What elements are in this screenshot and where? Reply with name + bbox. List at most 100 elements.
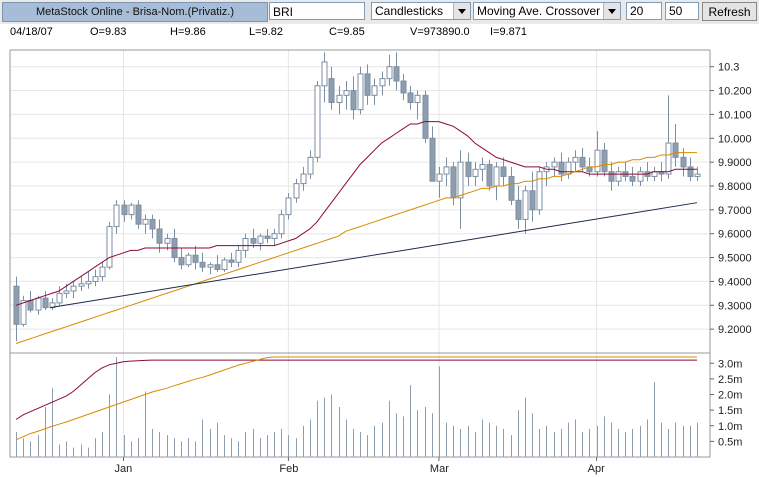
candle-down-body xyxy=(429,137,436,182)
price-tick-label: 10.100 xyxy=(718,109,752,121)
candle-up-body xyxy=(379,78,386,87)
time-tick-label: Feb xyxy=(279,463,298,475)
candle-up-body xyxy=(493,166,500,187)
candle xyxy=(221,257,228,272)
price-volume-chart[interactable]: 9.2000 9.3000 9.4000 9.5000 9.6000 9.7000 9.80… xyxy=(0,40,759,477)
candle xyxy=(135,200,142,229)
candle-down-body xyxy=(601,149,608,173)
candle-up-body xyxy=(307,156,314,175)
chevron-down-icon[interactable] xyxy=(603,3,620,19)
candle-up-body xyxy=(694,173,701,177)
candle-up-body xyxy=(207,264,214,268)
refresh-button[interactable]: Refresh xyxy=(702,2,757,21)
info-open: O=9.83 xyxy=(90,26,127,38)
candle-up-body xyxy=(285,197,292,216)
price-tick-label: 10.200 xyxy=(718,86,752,98)
candle-up-body xyxy=(371,85,378,96)
candle-down-body xyxy=(672,142,679,158)
info-indicator: I=9.871 xyxy=(490,26,528,38)
candle-up-body xyxy=(594,149,601,173)
info-volume: V=973890.0 xyxy=(410,26,470,38)
candle-up-body xyxy=(472,168,479,177)
price-tick-label: 9.9000 xyxy=(718,157,752,169)
study-select[interactable]: Moving Ave. Crossover xyxy=(473,2,621,20)
candle-up-body xyxy=(70,285,77,292)
symbol-input[interactable]: BRI xyxy=(269,2,365,20)
candle-up-body xyxy=(113,204,120,228)
candle-down-body xyxy=(465,161,472,177)
candle-up-body xyxy=(665,142,672,175)
candle-up-body xyxy=(164,237,171,244)
candle-down-body xyxy=(135,204,142,225)
candle xyxy=(422,90,429,144)
candle-up-body xyxy=(63,290,70,294)
candle xyxy=(536,166,543,215)
candle-up-body xyxy=(142,218,149,225)
candle-up-body xyxy=(56,292,63,304)
chart-type-select[interactable]: Candlesticks xyxy=(371,2,471,20)
price-tick-label: 9.3000 xyxy=(718,300,752,312)
info-low: L=9.82 xyxy=(249,26,283,38)
candle xyxy=(314,81,321,163)
candle-down-body xyxy=(228,259,235,263)
candle-up-body xyxy=(386,66,393,80)
info-close: C=9.85 xyxy=(329,26,365,38)
candle-up-body xyxy=(293,183,300,199)
candle-down-body xyxy=(199,261,206,268)
candle-down-body xyxy=(328,78,335,103)
info-high: H=9.86 xyxy=(170,26,206,38)
candle-down-body xyxy=(515,199,522,220)
candle-up-body xyxy=(85,280,92,285)
candle-down-body xyxy=(529,190,536,211)
candle-up-body xyxy=(336,94,343,103)
candle-down-body xyxy=(178,257,185,266)
candle-down-body xyxy=(121,204,128,216)
candle-up-body xyxy=(278,214,285,235)
price-tick-label: 9.8000 xyxy=(718,181,752,193)
candle-up-body xyxy=(479,164,486,170)
candle-up-body xyxy=(257,235,264,244)
candle-up-body xyxy=(271,233,278,239)
price-tick-label: 9.7000 xyxy=(718,205,752,217)
time-tick-label: Jan xyxy=(115,463,133,475)
candle-down-body xyxy=(508,175,515,201)
candle-up-body xyxy=(242,237,249,251)
candle-down-body xyxy=(27,300,34,311)
candle-down-body xyxy=(680,156,687,168)
candle-down-body xyxy=(264,235,271,239)
candle-up-body xyxy=(128,204,135,216)
candle xyxy=(486,159,493,191)
candle-down-body xyxy=(579,156,586,168)
candle-down-body xyxy=(629,175,636,182)
candle-down-body xyxy=(156,228,163,244)
candle-up-body xyxy=(300,173,307,185)
candle-up-body xyxy=(106,226,113,268)
candle-down-body xyxy=(486,164,493,187)
price-tick-label: 10.000 xyxy=(718,133,752,145)
candle-down-body xyxy=(149,218,156,230)
candle-up-body xyxy=(536,171,543,211)
candle-up-body xyxy=(78,283,85,287)
candle-up-body xyxy=(221,259,228,270)
candle-down-body xyxy=(364,73,371,96)
candle-down-body xyxy=(608,171,615,182)
candle-up-body xyxy=(565,161,572,175)
candle-up-body xyxy=(20,300,27,325)
chevron-down-icon[interactable] xyxy=(453,3,470,19)
chart-type-value: Candlesticks xyxy=(375,4,444,18)
candle-down-body xyxy=(192,254,199,263)
candle-down-body xyxy=(400,80,407,94)
volume-tick-label: 0.5m xyxy=(718,436,742,448)
candle-down-body xyxy=(250,237,257,244)
candle-up-body xyxy=(35,297,42,311)
candle-up-body xyxy=(551,161,558,168)
chart-background xyxy=(0,40,759,477)
candle-up-body xyxy=(436,173,443,182)
candle-up-body xyxy=(321,61,328,87)
period-2-input[interactable]: 50 xyxy=(665,2,699,20)
period-1-input[interactable]: 20 xyxy=(626,2,662,20)
price-tick-label: 9.4000 xyxy=(718,276,752,288)
candle xyxy=(106,221,113,270)
toolbar: MetaStock Online - Brisa-Nom.(Privatiz.)… xyxy=(0,0,759,24)
candle-down-body xyxy=(500,166,507,177)
